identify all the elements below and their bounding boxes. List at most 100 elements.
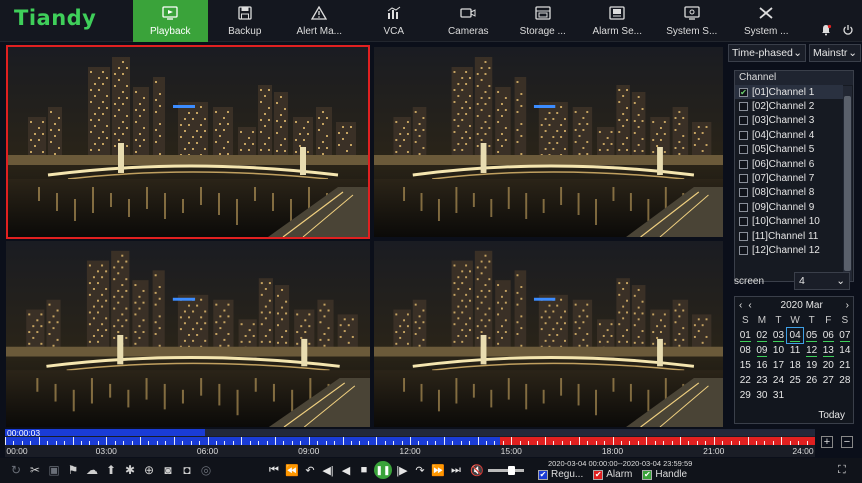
channel-checkbox[interactable] [739,102,748,112]
calendar-day[interactable]: 12 [803,343,820,358]
clip-icon[interactable]: ✂ [27,462,43,478]
channel-item[interactable]: [02]Channel 2 [735,99,843,113]
legend-checkbox[interactable]: ✔ [642,469,653,480]
nav-tools[interactable]: System ... [729,0,804,42]
calendar-day[interactable]: 31 [770,388,787,403]
calendar-day[interactable]: 21 [837,358,854,373]
legend-checkbox[interactable]: ✔ [593,469,604,480]
channel-item[interactable]: [03]Channel 3 [735,114,843,128]
calendar-day[interactable]: 01 [737,328,754,343]
calendar-day[interactable]: 29 [737,388,754,403]
calendar-day[interactable]: 20 [820,358,837,373]
search-mode-select[interactable]: Time-phased ⌄ [728,44,806,62]
first-frame-icon[interactable]: ⏮ [266,461,282,479]
channel-checkbox[interactable] [739,145,748,155]
channel-item[interactable]: [08]Channel 8 [735,186,843,200]
calendar-day[interactable]: 30 [754,388,771,403]
dewarp-icon[interactable]: ◎ [198,462,214,478]
channel-item[interactable]: [05]Channel 5 [735,143,843,157]
reverse-play-icon[interactable]: ◀ [338,461,354,479]
next-month-icon[interactable]: › [846,300,849,311]
channel-item[interactable]: [12]Channel 12 [735,243,843,257]
channel-item[interactable]: [11]Channel 11 [735,229,843,243]
calendar-day[interactable]: 19 [803,358,820,373]
fast-forward-icon[interactable]: ⏩ [430,461,446,479]
channel-checkbox[interactable]: ✔ [739,87,748,97]
backup-icon[interactable]: ⬆ [103,462,119,478]
channel-item[interactable]: [06]Channel 6 [735,157,843,171]
channel-checkbox[interactable] [739,217,748,227]
channel-checkbox[interactable] [739,188,748,198]
calendar-day[interactable]: 11 [787,343,804,358]
calendar-day[interactable]: 28 [837,373,854,388]
legend-item[interactable]: ✔ Handle [642,469,687,480]
video-tile-1[interactable] [6,45,370,239]
legend-checkbox[interactable]: ✔ [538,469,548,480]
channel-checkbox[interactable] [739,159,748,169]
save-clip-icon[interactable]: ▣ [46,462,62,478]
power-icon[interactable] [842,24,854,36]
rewind-icon[interactable]: ⏪ [284,461,300,479]
volume-slider[interactable] [487,466,524,475]
calendar-day[interactable]: 02 [754,328,771,343]
calendar-day[interactable]: 22 [737,373,754,388]
video-tile-3[interactable] [6,241,370,427]
mute-icon[interactable]: 🔇 [470,464,484,477]
zoom-in-button[interactable]: + [821,436,833,448]
scroll-thumb[interactable] [844,96,851,271]
calendar-day[interactable]: 10 [770,343,787,358]
legend-item[interactable]: ✔ Alarm [593,469,632,480]
nav-system-settings[interactable]: System S... [655,0,730,42]
calendar-day[interactable]: 25 [787,373,804,388]
nav-camera[interactable]: Cameras [431,0,506,42]
calendar-day[interactable]: 17 [770,358,787,373]
channel-checkbox[interactable] [739,174,748,184]
next-frame-icon[interactable]: |▶ [394,461,410,479]
sync-icon[interactable]: ↻ [8,462,24,478]
calendar-day[interactable]: 09 [754,343,771,358]
channel-scrollbar[interactable] [843,86,852,281]
pause-icon[interactable]: ❚❚ [374,461,392,479]
channel-item[interactable]: [04]Channel 4 [735,128,843,142]
nav-playback[interactable]: Playback [133,0,208,42]
smart-search-icon[interactable]: ✱ [122,462,138,478]
calendar-day[interactable]: 16 [754,358,771,373]
stream-select[interactable]: Mainstr ⌄ [809,44,861,62]
video-tile-2[interactable] [374,47,723,237]
volume-handle[interactable] [507,466,515,475]
channel-item[interactable]: ✔ [01]Channel 1 [735,85,843,100]
calendar-day[interactable]: 08 [737,343,754,358]
calendar-day[interactable]: 14 [837,343,854,358]
stop-icon[interactable]: ■ [356,461,372,479]
calendar-day[interactable]: 23 [754,373,771,388]
calendar-day[interactable]: 18 [787,358,804,373]
nav-alert[interactable]: Alert Ma... [282,0,357,42]
cloud-icon[interactable]: ☁ [84,462,100,478]
today-button[interactable]: Today [818,410,845,421]
channel-item[interactable]: [10]Channel 10 [735,215,843,229]
nav-alarm[interactable]: Alarm Se... [580,0,655,42]
prev-frame-icon[interactable]: ◀| [320,461,336,479]
channel-checkbox[interactable] [739,245,748,255]
timeline[interactable]: 00:00:03 00:00 03:00 06:00 09:00 12:00 15:00 1… [5,428,815,457]
notification-bell-icon[interactable] [820,24,832,36]
screen-split-select[interactable]: 4 ⌄ [794,272,850,290]
forward-30s-icon[interactable]: ↷ [412,461,428,479]
snapshot-icon[interactable]: ◙ [160,462,176,478]
channel-item[interactable]: [07]Channel 7 [735,171,843,185]
prev-year-icon[interactable]: ‹ [739,300,742,311]
fullscreen-icon[interactable]: ⛶ [838,464,850,476]
calendar-day[interactable]: 07 [837,328,854,343]
nav-storage[interactable]: Storage ... [506,0,581,42]
calendar-day[interactable]: 03 [770,328,787,343]
channel-checkbox[interactable] [739,130,748,140]
calendar-day[interactable]: 15 [737,358,754,373]
zoom-out-button[interactable]: − [841,436,853,448]
tag-icon[interactable]: ⚑ [65,462,81,478]
channel-checkbox[interactable] [739,202,748,212]
calendar-day[interactable]: 27 [820,373,837,388]
calendar-day[interactable]: 05 [803,328,820,343]
nav-save[interactable]: Backup [208,0,283,42]
back-30s-icon[interactable]: ↶ [302,461,318,479]
calendar-day[interactable]: 26 [803,373,820,388]
